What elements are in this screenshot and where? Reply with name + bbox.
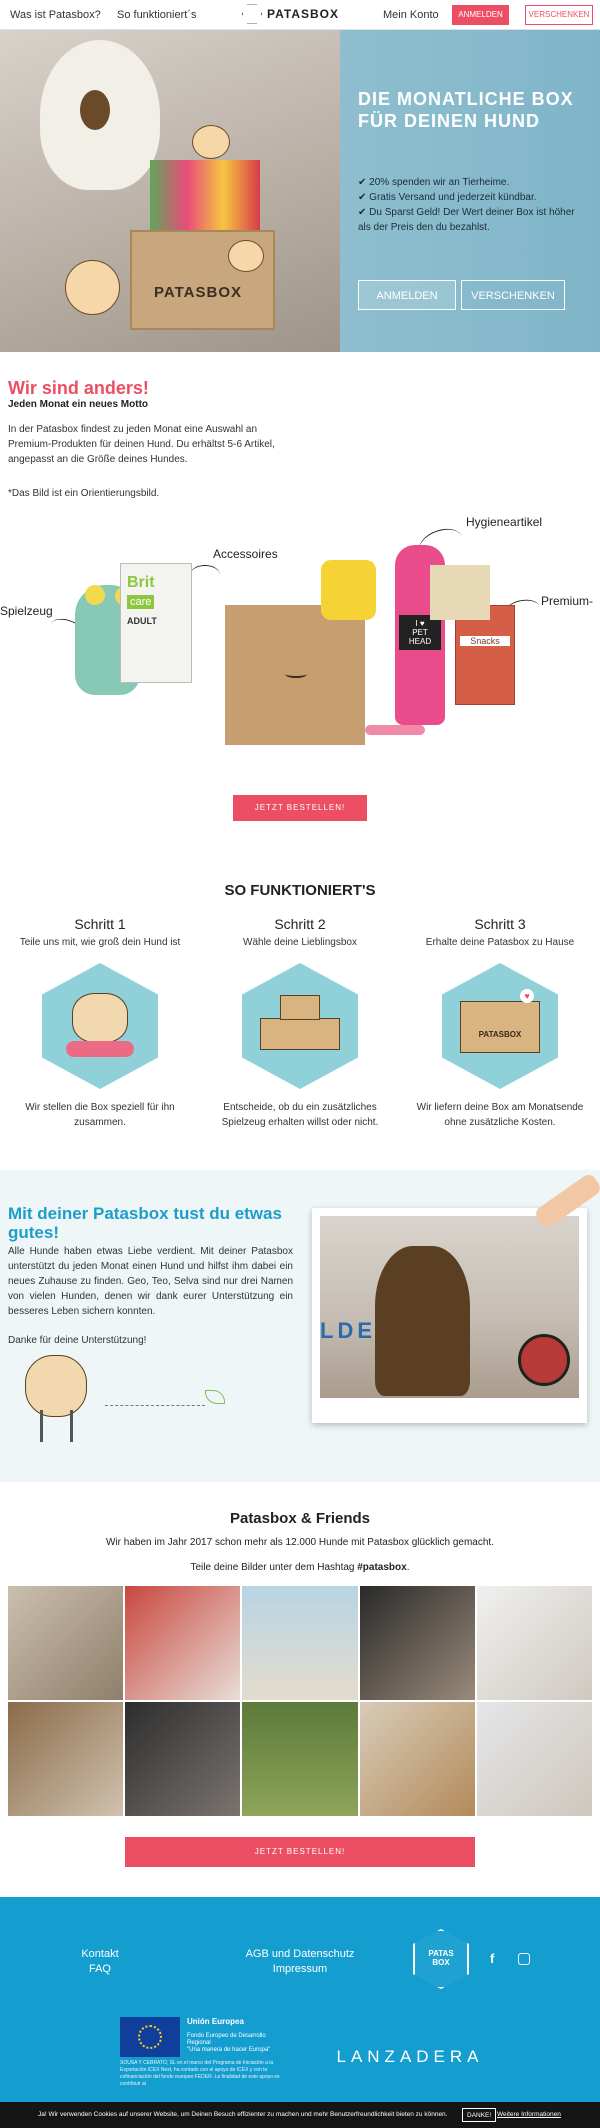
- friends-line1: Wir haben im Jahr 2017 schon mehr als 12…: [106, 1537, 494, 1548]
- step1-hex: [42, 963, 158, 1089]
- footer-faq-link[interactable]: FAQ: [70, 1962, 130, 1977]
- step-title: Schritt 2: [274, 916, 326, 932]
- benefit-item: ✔ 20% spenden wir an Tierheime.: [358, 177, 510, 188]
- patasbox-box-2: [225, 605, 365, 745]
- hero-photo: PATASBOX: [0, 30, 340, 352]
- friends-line2: Teile deine Bilder unter dem Hashtag #pa…: [190, 1562, 410, 1573]
- hero-gift-button[interactable]: VERSCHENKEN: [461, 280, 565, 310]
- snacks-bag: Snacks: [455, 605, 515, 705]
- logo-hex-icon: [242, 4, 262, 24]
- cookie-banner: Ja! Wir verwenden Cookies auf unserer We…: [0, 2102, 600, 2128]
- mascot-icon: [65, 260, 120, 315]
- chew-bone: [365, 725, 425, 735]
- friends-title: Patasbox & Friends: [229, 1510, 371, 1527]
- cookie-text: Ja! Wir verwenden Cookies auf unserer We…: [38, 2111, 448, 2118]
- nav-signup-button[interactable]: ANMELDEN: [452, 5, 509, 25]
- step-description: Wir liefern deine Box am Monatsende ohne…: [416, 1102, 584, 1128]
- step-description: Wir stellen die Box speziell für ihn zus…: [25, 1102, 175, 1128]
- benefit-item: ✔ Gratis Versand und jederzeit kündbar.: [358, 192, 537, 203]
- gallery-photo[interactable]: [476, 1702, 592, 1816]
- different-title: Wir sind anders!: [8, 378, 149, 398]
- footer: Kontakt FAQ AGB und Datenschutz Impressu…: [0, 1897, 600, 2128]
- nav-gift-button[interactable]: VERSCHENKEN: [525, 5, 593, 25]
- dashed-path: [105, 1405, 205, 1406]
- charity-thanks: Danke für deine Unterstützung!: [8, 1335, 147, 1346]
- box-toys: [150, 160, 260, 240]
- label-premium: Premium-: [541, 594, 594, 608]
- label-hygiene: Hygieneartikel: [466, 515, 543, 529]
- gallery-photo[interactable]: [125, 1702, 241, 1816]
- crutch-icon: [70, 1410, 73, 1442]
- footer-agb-link[interactable]: AGB und Datenschutz: [225, 1947, 375, 1962]
- eu-title: Unión Europea: [187, 2017, 244, 2026]
- how-title: SO FUNKTIONIERT'S: [224, 882, 376, 899]
- footer-imprint-link[interactable]: Impressum: [225, 1962, 375, 1977]
- gallery-photo[interactable]: [476, 1586, 592, 1700]
- pug-crutches-icon: [25, 1355, 87, 1417]
- hero-signup-button[interactable]: ANMELDEN: [358, 280, 456, 310]
- toy-yellow: [321, 560, 376, 620]
- step-subtitle: Erhalte deine Patasbox zu Hause: [425, 937, 575, 948]
- eu-legal-text: SOUSA Y CEBRATO, SL en el marco del Prog…: [120, 2060, 280, 2087]
- gallery-photo[interactable]: [359, 1586, 475, 1700]
- crutch-icon: [40, 1410, 43, 1442]
- step-title: Schritt 3: [474, 916, 526, 932]
- cookie-ok-button[interactable]: DANKE!: [462, 2108, 497, 2122]
- hero-banner: PATASBOX DIE MONATLICHE BOX FÜR DEINEN H…: [0, 30, 600, 352]
- box-icon: [280, 995, 320, 1020]
- step-title: Schritt 1: [74, 916, 126, 932]
- order-button[interactable]: JETZT BESTELLEN!: [233, 795, 367, 821]
- nav-account-link[interactable]: Mein Konto: [383, 9, 439, 21]
- boxes-icon: [260, 1018, 340, 1050]
- facebook-icon[interactable]: f: [490, 1951, 494, 1966]
- shelter-badge: [518, 1334, 570, 1386]
- photo-gallery: [8, 1586, 592, 1816]
- products-image: Brit care ADULT I ♥ PET HEAD Snacks: [75, 545, 545, 775]
- gallery-photo[interactable]: [8, 1702, 124, 1816]
- mascot-icon: [228, 240, 264, 272]
- logo[interactable]: PATASBOX: [242, 4, 339, 24]
- benefit-item: ✔ Du Sparst Geld! Der Wert deiner Box is…: [358, 207, 575, 233]
- box-with-dog-icon: PATASBOX: [460, 1001, 540, 1053]
- logo-text: PATASBOX: [267, 7, 340, 21]
- charity-title: Mit deiner Patasbox tust du etwas gutes!: [8, 1204, 282, 1242]
- toy-eye: [85, 585, 105, 605]
- gallery-photo[interactable]: [8, 1586, 124, 1700]
- hero-benefits: ✔ 20% spenden wir an Tierheime. ✔ Gratis…: [358, 175, 588, 235]
- food-bag: Brit care ADULT: [120, 563, 192, 683]
- gallery-photo[interactable]: [125, 1586, 241, 1700]
- charity-text: Alle Hunde haben etwas Liebe verdient. M…: [8, 1246, 293, 1317]
- gallery-photo[interactable]: [359, 1702, 475, 1816]
- mascot-icon: [192, 125, 230, 159]
- top-nav: Was ist Patasbox? So funktioniert´s PATA…: [0, 0, 600, 30]
- instagram-icon[interactable]: [518, 1953, 530, 1965]
- cookie-more-link[interactable]: Weitere Informationen: [497, 2102, 561, 2128]
- pug-icon: [72, 993, 128, 1043]
- shepherd-dog: [375, 1246, 470, 1396]
- step2-hex: [242, 963, 358, 1089]
- different-note: *Das Bild ist ein Orientierungsbild.: [8, 488, 160, 499]
- gallery-photo[interactable]: [242, 1702, 358, 1816]
- treat-box: [430, 565, 490, 620]
- friends-order-button[interactable]: JETZT BESTELLEN!: [125, 1837, 475, 1867]
- dog-eye-patch: [80, 90, 110, 130]
- step3-hex: PATASBOX ♥: [442, 963, 558, 1089]
- heart-icon: ♥: [520, 989, 534, 1003]
- different-subtitle: Jeden Monat ein neues Motto: [8, 399, 149, 410]
- dog-bed-icon: [66, 1041, 134, 1057]
- charity-photo: LDENA: [312, 1208, 587, 1423]
- hero-title: DIE MONATLICHE BOX FÜR DEINEN HUND: [358, 89, 574, 131]
- nav-what-link[interactable]: Was ist Patasbox?: [10, 9, 101, 21]
- step-subtitle: Wähle deine Lieblingsbox: [243, 937, 357, 948]
- gallery-photo[interactable]: [242, 1586, 358, 1700]
- label-toys: Spielzeug: [0, 604, 53, 618]
- eu-flag-icon: [120, 2017, 180, 2057]
- footer-contact-link[interactable]: Kontakt: [70, 1947, 130, 1962]
- lanzadera-logo: LANZADERA: [336, 2047, 484, 2066]
- step-subtitle: Teile uns mit, wie groß dein Hund ist: [19, 937, 181, 948]
- nav-how-link[interactable]: So funktioniert´s: [117, 9, 196, 21]
- step-description: Entscheide, ob du ein zusätzliches Spiel…: [221, 1102, 379, 1128]
- different-text: In der Patasbox findest zu jeden Monat e…: [8, 424, 275, 465]
- eu-fund: Fondo Europeo de Desarrollo Regional "Un…: [187, 2033, 271, 2053]
